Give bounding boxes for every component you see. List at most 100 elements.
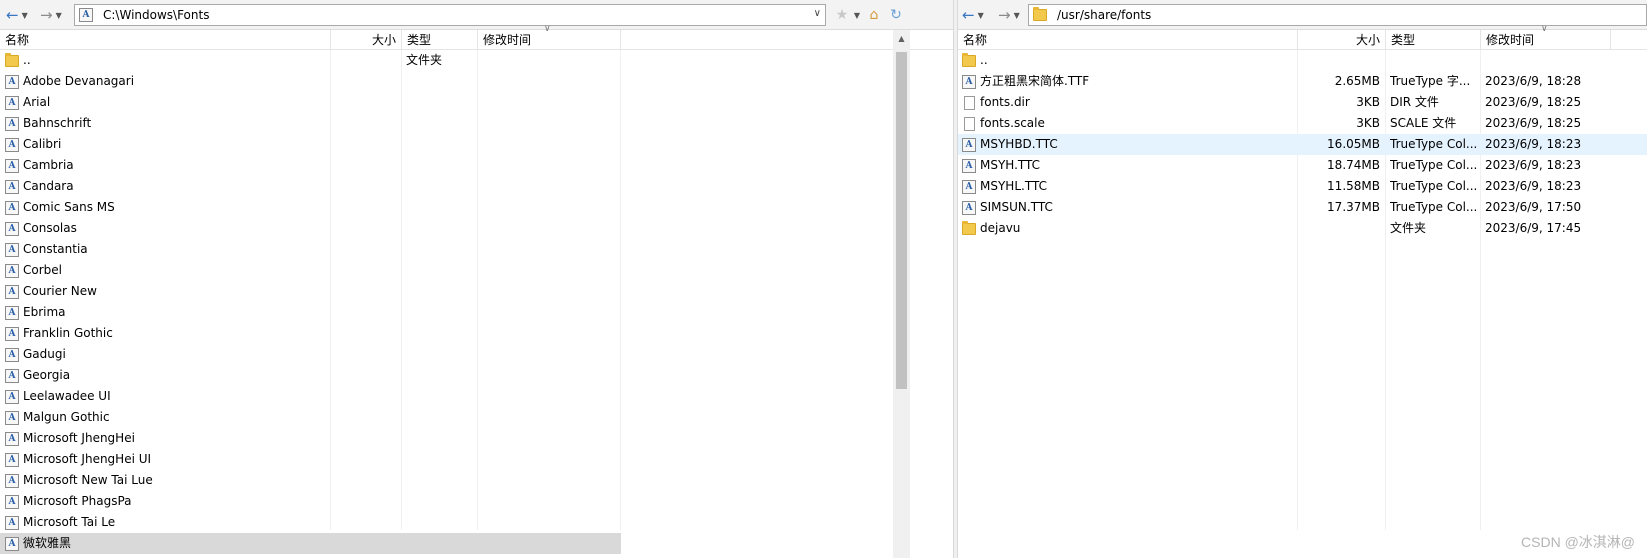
font-icon: A [5, 200, 19, 215]
list-item[interactable]: A Microsoft New Tai Lue [0, 470, 953, 491]
forward-button[interactable]: → ▼ [40, 6, 62, 24]
list-item[interactable]: A MSYH.TTC 18.74MB TrueType Col... 2023/6/9,… [958, 155, 1647, 176]
chevron-down-icon[interactable]: ∨ [814, 8, 821, 19]
file-size [333, 407, 395, 428]
list-item[interactable]: A Ebrima [0, 302, 953, 323]
refresh-icon[interactable]: ↻ [887, 6, 905, 24]
list-item[interactable]: .. [958, 50, 1647, 71]
file-name-cell: A Arial [5, 92, 325, 113]
file-name: Franklin Gothic [23, 326, 113, 340]
list-item[interactable]: A Calibri [0, 134, 953, 155]
sort-caret-icon: ∨ [1541, 24, 1548, 34]
local-path-text: C:\Windows\Fonts [103, 8, 210, 22]
file-type: DIR 文件 [1390, 95, 1439, 109]
remote-address-bar[interactable]: /usr/share/fonts [1028, 4, 1647, 26]
list-item[interactable]: A Comic Sans MS [0, 197, 953, 218]
file-size [333, 176, 395, 197]
list-item[interactable]: A MSYHBD.TTC 16.05MB TrueType Col... 2023/6/… [958, 134, 1647, 155]
file-size: 2.65MB [1334, 74, 1380, 88]
file-name-cell: .. [5, 50, 325, 71]
list-item[interactable]: A Bahnschrift [0, 113, 953, 134]
file-modified [483, 533, 617, 554]
column-name-header[interactable]: 名称 [0, 30, 331, 50]
file-size: 3KB [1356, 95, 1380, 109]
font-icon: A [5, 284, 19, 299]
file-type [1390, 50, 1478, 71]
file-name: MSYHL.TTC [980, 179, 1047, 193]
column-size-header[interactable]: 大小 [331, 30, 402, 50]
list-item[interactable]: A Corbel [0, 260, 953, 281]
file-type [406, 533, 474, 554]
list-item[interactable]: A 微软雅黑 [0, 533, 621, 554]
folder-icon [1033, 7, 1047, 21]
list-item[interactable]: A Arial [0, 92, 953, 113]
column-type-header[interactable]: 类型 [1386, 30, 1481, 50]
file-name: Courier New [23, 284, 97, 298]
scrollbar-thumb[interactable] [896, 52, 907, 389]
column-name-header[interactable]: 名称 [958, 30, 1298, 50]
file-size: 18.74MB [1327, 158, 1380, 172]
list-item[interactable]: A Leelawadee UI [0, 386, 953, 407]
list-item[interactable]: A Gadugi [0, 344, 953, 365]
list-item[interactable]: dejavu 文件夹 2023/6/9, 17:45 [958, 218, 1647, 239]
list-item[interactable]: A Microsoft Tai Le [0, 512, 953, 533]
list-item[interactable]: A Franklin Gothic [0, 323, 953, 344]
list-item[interactable]: .. 文件夹 [0, 50, 953, 71]
scroll-up-icon[interactable]: ▲ [893, 30, 910, 47]
file-name-cell: A Microsoft New Tai Lue [5, 470, 325, 491]
file-modified: 2023/6/9, 17:50 [1485, 200, 1582, 214]
list-item[interactable]: A Cambria [0, 155, 953, 176]
file-type [406, 155, 474, 176]
chevron-down-icon[interactable]: ▼ [978, 11, 984, 20]
back-button[interactable]: ← ▼ [962, 6, 984, 24]
list-item[interactable]: A Constantia [0, 239, 953, 260]
font-icon: A [962, 137, 976, 152]
back-arrow-icon: ← [962, 6, 975, 24]
chevron-down-icon[interactable]: ▼ [56, 11, 62, 20]
file-name-cell: fonts.dir [962, 92, 1292, 113]
file-name: SIMSUN.TTC [980, 200, 1053, 214]
chevron-down-icon[interactable]: ▼ [1014, 11, 1020, 20]
list-item[interactable]: A SIMSUN.TTC 17.37MB TrueType Col... 2023/6/… [958, 197, 1647, 218]
list-item[interactable]: A Microsoft JhengHei UI [0, 449, 953, 470]
file-name: Gadugi [23, 347, 66, 361]
file-size [333, 365, 395, 386]
back-button[interactable]: ← ▼ [6, 6, 28, 24]
file-name-cell: A MSYHBD.TTC [962, 134, 1292, 155]
file-type: TrueType Col... [1390, 179, 1478, 193]
file-name: .. [23, 53, 31, 67]
font-icon: A [962, 158, 976, 173]
file-size [1300, 50, 1380, 71]
file-size: 3KB [1356, 116, 1380, 130]
file-size [333, 281, 395, 302]
list-item[interactable]: A Consolas [0, 218, 953, 239]
list-item[interactable]: A Adobe Devanagari [0, 71, 953, 92]
list-item[interactable]: A Microsoft PhagsPa [0, 491, 953, 512]
local-toolbar: ← ▼ → ▼ A C:\Windows\Fonts ∨ ★ ▼ ⌂ ↻ [0, 0, 953, 30]
list-item[interactable]: A Georgia [0, 365, 953, 386]
chevron-down-icon[interactable]: ▼ [22, 11, 28, 20]
list-item[interactable]: A MSYHL.TTC 11.58MB TrueType Col... 2023/6/9… [958, 176, 1647, 197]
column-type-header[interactable]: 类型 [402, 30, 478, 50]
file-type [406, 449, 474, 470]
watermark-text: CSDN @冰淇淋@ [1521, 534, 1635, 550]
column-size-header[interactable]: 大小 [1298, 30, 1386, 50]
list-item[interactable]: A Candara [0, 176, 953, 197]
list-item[interactable]: A 方正粗黑宋简体.TTF 2.65MB TrueType 字... 2023/6/9,… [958, 71, 1647, 92]
home-folder-icon[interactable]: ⌂ [865, 6, 883, 24]
file-size: 17.37MB [1327, 200, 1380, 214]
font-icon: A [5, 221, 19, 236]
list-item[interactable]: A Courier New [0, 281, 953, 302]
file-name: Microsoft JhengHei [23, 431, 135, 445]
list-item[interactable]: fonts.scale 3KB SCALE 文件 2023/6/9, 18:25 [958, 113, 1647, 134]
list-item[interactable]: fonts.dir 3KB DIR 文件 2023/6/9, 18:25 [958, 92, 1647, 113]
list-item[interactable]: A Microsoft JhengHei [0, 428, 953, 449]
fonts-folder-icon: A [79, 8, 93, 22]
file-modified [483, 134, 617, 155]
file-type [406, 407, 474, 428]
chevron-down-icon[interactable]: ▼ [848, 6, 866, 24]
forward-button[interactable]: → ▼ [998, 6, 1020, 24]
list-item[interactable]: A Malgun Gothic [0, 407, 953, 428]
local-vertical-scrollbar[interactable]: ▲ [893, 30, 910, 558]
local-address-bar[interactable]: A C:\Windows\Fonts ∨ [74, 4, 826, 26]
